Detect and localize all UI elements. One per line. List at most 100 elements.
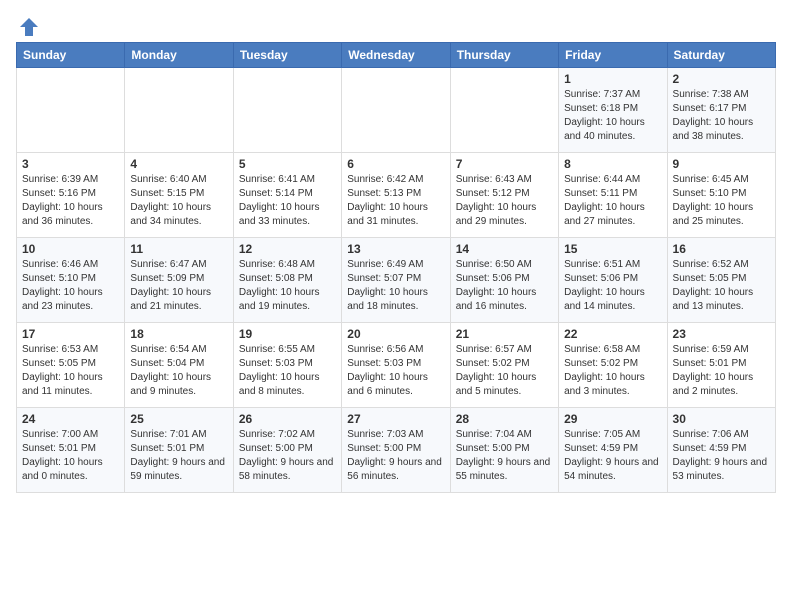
day-info: Sunrise: 6:48 AM Sunset: 5:08 PM Dayligh… bbox=[239, 258, 336, 314]
calendar-cell: 3 Sunrise: 6:39 AM Sunset: 5:16 PM Daylig… bbox=[17, 153, 125, 238]
calendar-cell: 19 Sunrise: 6:55 AM Sunset: 5:03 PM Dayli… bbox=[233, 323, 341, 408]
calendar-cell: 9Sunrise: 6:45 AM Sunset: 5:10 PM Daylig… bbox=[667, 153, 775, 238]
day-number: 25 bbox=[130, 412, 227, 426]
day-header-saturday: Saturday bbox=[667, 43, 775, 68]
day-number: 1 bbox=[564, 72, 661, 86]
calendar-body: 1 Sunrise: 7:37 AM Sunset: 6:18 PM Daylig… bbox=[17, 68, 776, 493]
day-number: 30 bbox=[673, 412, 770, 426]
day-info: Sunrise: 6:51 AM Sunset: 5:06 PM Dayligh… bbox=[564, 258, 661, 314]
day-number: 19 bbox=[239, 327, 336, 341]
day-number: 20 bbox=[347, 327, 444, 341]
day-info: Sunrise: 6:47 AM Sunset: 5:09 PM Dayligh… bbox=[130, 258, 227, 314]
day-info: Sunrise: 6:44 AM Sunset: 5:11 PM Dayligh… bbox=[564, 173, 661, 229]
calendar-cell: 23 Sunrise: 6:59 AM Sunset: 5:01 PM Dayli… bbox=[667, 323, 775, 408]
day-info: Sunrise: 6:54 AM Sunset: 5:04 PM Dayligh… bbox=[130, 343, 227, 399]
day-info: Sunrise: 6:46 AM Sunset: 5:10 PM Dayligh… bbox=[22, 258, 119, 314]
day-number: 4 bbox=[130, 157, 227, 171]
calendar-cell: 4 Sunrise: 6:40 AM Sunset: 5:15 PM Daylig… bbox=[125, 153, 233, 238]
day-info: Sunrise: 6:52 AM Sunset: 5:05 PM Dayligh… bbox=[673, 258, 770, 314]
day-info: Sunrise: 7:00 AM Sunset: 5:01 PM Dayligh… bbox=[22, 428, 119, 484]
day-number: 21 bbox=[456, 327, 553, 341]
day-number: 29 bbox=[564, 412, 661, 426]
day-info: Sunrise: 6:45 AM Sunset: 5:10 PM Dayligh… bbox=[673, 173, 770, 229]
day-info: Sunrise: 6:59 AM Sunset: 5:01 PM Dayligh… bbox=[673, 343, 770, 399]
day-number: 7 bbox=[456, 157, 553, 171]
day-info: Sunrise: 7:01 AM Sunset: 5:01 PM Dayligh… bbox=[130, 428, 227, 484]
day-number: 12 bbox=[239, 242, 336, 256]
calendar-header-row: SundayMondayTuesdayWednesdayThursdayFrid… bbox=[17, 43, 776, 68]
day-header-friday: Friday bbox=[559, 43, 667, 68]
day-number: 24 bbox=[22, 412, 119, 426]
calendar-week-row: 3 Sunrise: 6:39 AM Sunset: 5:16 PM Daylig… bbox=[17, 153, 776, 238]
day-info: Sunrise: 6:50 AM Sunset: 5:06 PM Dayligh… bbox=[456, 258, 553, 314]
calendar-cell bbox=[233, 68, 341, 153]
calendar-cell: 18 Sunrise: 6:54 AM Sunset: 5:04 PM Dayli… bbox=[125, 323, 233, 408]
header bbox=[16, 16, 776, 34]
calendar-cell: 15 Sunrise: 6:51 AM Sunset: 5:06 PM Dayli… bbox=[559, 238, 667, 323]
day-info: Sunrise: 6:55 AM Sunset: 5:03 PM Dayligh… bbox=[239, 343, 336, 399]
day-number: 23 bbox=[673, 327, 770, 341]
calendar-cell bbox=[125, 68, 233, 153]
calendar-cell: 17Sunrise: 6:53 AM Sunset: 5:05 PM Dayli… bbox=[17, 323, 125, 408]
day-info: Sunrise: 7:02 AM Sunset: 5:00 PM Dayligh… bbox=[239, 428, 336, 484]
calendar-cell: 13 Sunrise: 6:49 AM Sunset: 5:07 PM Dayli… bbox=[342, 238, 450, 323]
day-info: Sunrise: 6:41 AM Sunset: 5:14 PM Dayligh… bbox=[239, 173, 336, 229]
calendar-cell bbox=[450, 68, 558, 153]
calendar-cell: 21 Sunrise: 6:57 AM Sunset: 5:02 PM Dayli… bbox=[450, 323, 558, 408]
day-header-thursday: Thursday bbox=[450, 43, 558, 68]
calendar-cell: 22 Sunrise: 6:58 AM Sunset: 5:02 PM Dayli… bbox=[559, 323, 667, 408]
day-number: 10 bbox=[22, 242, 119, 256]
calendar-cell: 29Sunrise: 7:05 AM Sunset: 4:59 PM Dayli… bbox=[559, 408, 667, 493]
day-number: 2 bbox=[673, 72, 770, 86]
day-number: 16 bbox=[673, 242, 770, 256]
calendar-cell: 26 Sunrise: 7:02 AM Sunset: 5:00 PM Dayli… bbox=[233, 408, 341, 493]
calendar-cell: 10 Sunrise: 6:46 AM Sunset: 5:10 PM Dayli… bbox=[17, 238, 125, 323]
calendar-table: SundayMondayTuesdayWednesdayThursdayFrid… bbox=[16, 42, 776, 493]
calendar-cell: 30 Sunrise: 7:06 AM Sunset: 4:59 PM Dayli… bbox=[667, 408, 775, 493]
calendar-cell: 27Sunrise: 7:03 AM Sunset: 5:00 PM Dayli… bbox=[342, 408, 450, 493]
calendar-week-row: 10 Sunrise: 6:46 AM Sunset: 5:10 PM Dayli… bbox=[17, 238, 776, 323]
logo-icon bbox=[18, 16, 40, 38]
calendar-week-row: 1 Sunrise: 7:37 AM Sunset: 6:18 PM Daylig… bbox=[17, 68, 776, 153]
day-number: 11 bbox=[130, 242, 227, 256]
day-header-wednesday: Wednesday bbox=[342, 43, 450, 68]
day-number: 18 bbox=[130, 327, 227, 341]
calendar-cell: 1 Sunrise: 7:37 AM Sunset: 6:18 PM Daylig… bbox=[559, 68, 667, 153]
day-number: 13 bbox=[347, 242, 444, 256]
calendar-cell bbox=[342, 68, 450, 153]
day-number: 5 bbox=[239, 157, 336, 171]
day-info: Sunrise: 6:40 AM Sunset: 5:15 PM Dayligh… bbox=[130, 173, 227, 229]
calendar-cell: 6Sunrise: 6:42 AM Sunset: 5:13 PM Daylig… bbox=[342, 153, 450, 238]
calendar-cell: 7 Sunrise: 6:43 AM Sunset: 5:12 PM Daylig… bbox=[450, 153, 558, 238]
day-info: Sunrise: 7:38 AM Sunset: 6:17 PM Dayligh… bbox=[673, 88, 770, 144]
day-info: Sunrise: 6:49 AM Sunset: 5:07 PM Dayligh… bbox=[347, 258, 444, 314]
day-number: 14 bbox=[456, 242, 553, 256]
calendar-cell: 11 Sunrise: 6:47 AM Sunset: 5:09 PM Dayli… bbox=[125, 238, 233, 323]
calendar-cell: 14 Sunrise: 6:50 AM Sunset: 5:06 PM Dayli… bbox=[450, 238, 558, 323]
logo bbox=[16, 16, 40, 34]
day-number: 28 bbox=[456, 412, 553, 426]
calendar-cell: 12 Sunrise: 6:48 AM Sunset: 5:08 PM Dayli… bbox=[233, 238, 341, 323]
day-number: 22 bbox=[564, 327, 661, 341]
day-info: Sunrise: 7:37 AM Sunset: 6:18 PM Dayligh… bbox=[564, 88, 661, 144]
day-header-sunday: Sunday bbox=[17, 43, 125, 68]
day-header-tuesday: Tuesday bbox=[233, 43, 341, 68]
day-info: Sunrise: 7:04 AM Sunset: 5:00 PM Dayligh… bbox=[456, 428, 553, 484]
day-number: 3 bbox=[22, 157, 119, 171]
day-info: Sunrise: 6:43 AM Sunset: 5:12 PM Dayligh… bbox=[456, 173, 553, 229]
day-info: Sunrise: 6:57 AM Sunset: 5:02 PM Dayligh… bbox=[456, 343, 553, 399]
day-info: Sunrise: 6:58 AM Sunset: 5:02 PM Dayligh… bbox=[564, 343, 661, 399]
day-header-monday: Monday bbox=[125, 43, 233, 68]
day-number: 15 bbox=[564, 242, 661, 256]
calendar-cell: 24 Sunrise: 7:00 AM Sunset: 5:01 PM Dayli… bbox=[17, 408, 125, 493]
day-number: 27 bbox=[347, 412, 444, 426]
calendar-cell: 28 Sunrise: 7:04 AM Sunset: 5:00 PM Dayli… bbox=[450, 408, 558, 493]
day-number: 8 bbox=[564, 157, 661, 171]
calendar-cell: 16 Sunrise: 6:52 AM Sunset: 5:05 PM Dayli… bbox=[667, 238, 775, 323]
day-info: Sunrise: 6:39 AM Sunset: 5:16 PM Dayligh… bbox=[22, 173, 119, 229]
day-number: 17 bbox=[22, 327, 119, 341]
calendar-week-row: 24 Sunrise: 7:00 AM Sunset: 5:01 PM Dayli… bbox=[17, 408, 776, 493]
day-info: Sunrise: 7:06 AM Sunset: 4:59 PM Dayligh… bbox=[673, 428, 770, 484]
day-number: 26 bbox=[239, 412, 336, 426]
calendar-cell: 20Sunrise: 6:56 AM Sunset: 5:03 PM Dayli… bbox=[342, 323, 450, 408]
